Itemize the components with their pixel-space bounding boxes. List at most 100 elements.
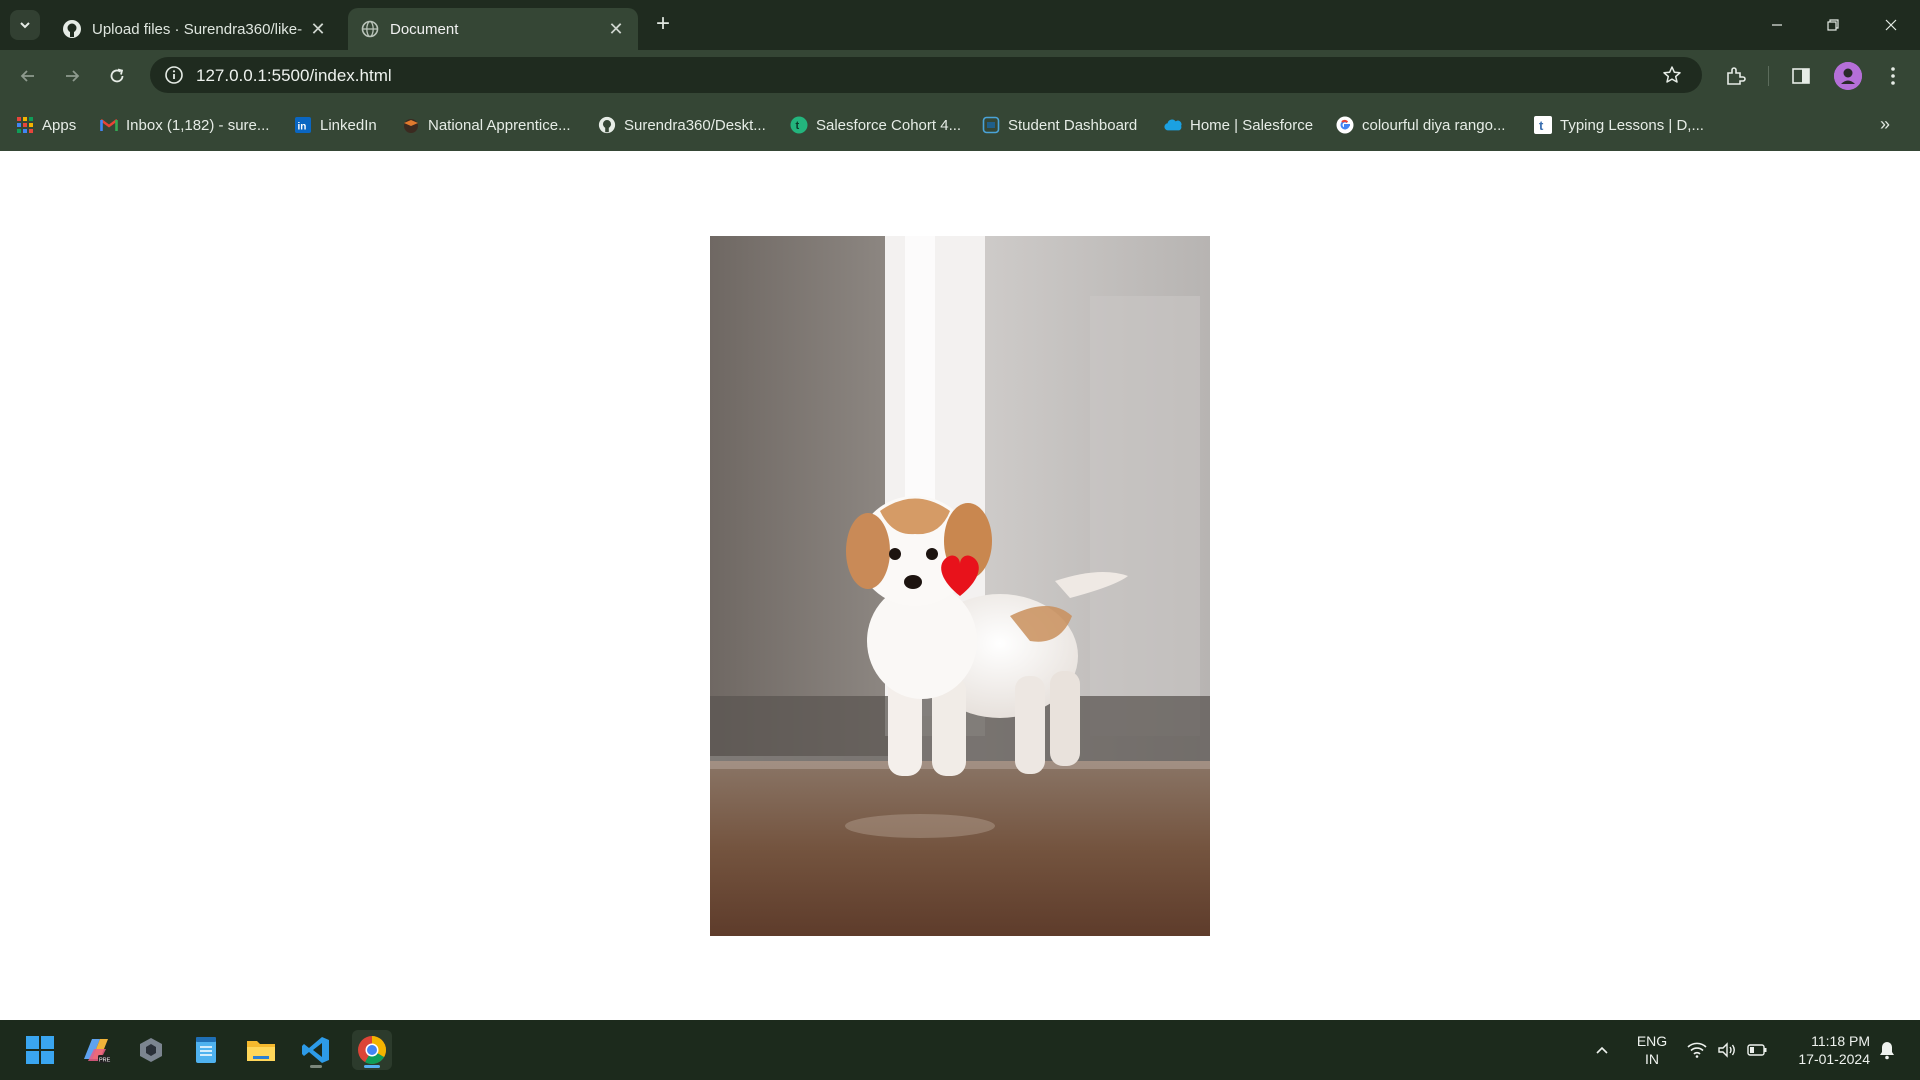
language-region: IN	[1645, 1051, 1659, 1067]
restore-icon	[1827, 19, 1839, 31]
puppy-photo	[710, 236, 1210, 936]
bookmark-salesforce-cohort[interactable]: t Salesforce Cohort 4...	[790, 114, 961, 136]
restore-button[interactable]	[1804, 0, 1862, 50]
bookmark-label: Home | Salesforce	[1190, 116, 1314, 134]
chevron-double-right-icon[interactable]: »	[1880, 114, 1890, 135]
battery-icon[interactable]	[1746, 1039, 1768, 1061]
menu-icon[interactable]	[1880, 63, 1906, 89]
start-button[interactable]	[20, 1030, 60, 1070]
tab-title: Document	[390, 20, 459, 38]
wifi-icon[interactable]	[1686, 1039, 1708, 1061]
windows-start-icon	[26, 1036, 54, 1064]
app-icon	[140, 1038, 162, 1062]
bookmark-apps[interactable]: Apps	[16, 114, 76, 136]
extensions-icon[interactable]	[1722, 63, 1748, 89]
salesforce-cloud-icon	[1164, 116, 1182, 134]
close-icon[interactable]: ✕	[308, 19, 328, 39]
tab-upload-files[interactable]: Upload files · Surendra360/like- ✕	[50, 8, 340, 50]
apps-grid-icon	[16, 116, 34, 134]
bookmark-star-icon[interactable]	[1660, 63, 1684, 87]
linkedin-icon: in	[294, 116, 312, 134]
bookmark-label: National Apprentice...	[428, 116, 571, 134]
tab-search-button[interactable]	[10, 10, 40, 40]
tab-document[interactable]: Document ✕	[348, 8, 638, 50]
bookmark-gmail[interactable]: Inbox (1,182) - sure...	[100, 114, 269, 136]
tab-strip: Upload files · Surendra360/like- ✕ Docum…	[0, 0, 1920, 50]
taskbar-app[interactable]	[131, 1030, 171, 1070]
show-hidden-icons-button[interactable]	[1591, 1039, 1613, 1061]
volume-icon[interactable]	[1716, 1039, 1738, 1061]
bookmark-colourful-diya[interactable]: colourful diya rango...	[1336, 114, 1505, 136]
clock-date: 17-01-2024	[1798, 1051, 1870, 1067]
svg-text:t: t	[796, 120, 800, 132]
gmail-icon	[100, 116, 118, 134]
running-indicator	[310, 1065, 322, 1068]
notepad-icon	[196, 1037, 216, 1063]
chevron-down-icon	[20, 22, 30, 29]
copilot-icon: PRE	[84, 1039, 111, 1064]
globe-icon	[360, 19, 380, 39]
copilot-app[interactable]: PRE	[76, 1030, 116, 1070]
bookmark-github-desktop[interactable]: Surendra360/Deskt...	[598, 114, 766, 136]
bookmark-label: Student Dashboard	[1008, 116, 1138, 134]
site-info-icon[interactable]	[162, 63, 186, 87]
arrow-left-icon	[20, 70, 34, 82]
trailhead-icon: t	[790, 116, 808, 134]
bookmark-typing-lessons[interactable]: t Typing Lessons | D,...	[1534, 114, 1704, 136]
file-explorer-icon	[247, 1041, 275, 1061]
arrow-right-icon	[66, 70, 80, 82]
google-icon	[1336, 116, 1354, 134]
browser-toolbar: 127.0.0.1:5500/index.html	[0, 50, 1920, 100]
vscode-icon	[302, 1037, 329, 1063]
minimize-button[interactable]	[1748, 0, 1806, 50]
bookmark-label: Surendra360/Deskt...	[624, 116, 766, 134]
reload-button[interactable]	[101, 60, 133, 92]
minimize-icon	[1772, 24, 1782, 26]
system-clock[interactable]: 11:18 PM 17-01-2024	[1782, 1032, 1870, 1068]
profile-avatar[interactable]	[1834, 62, 1862, 90]
chevron-up-icon	[1596, 1046, 1608, 1054]
bookmark-label: Inbox (1,182) - sure...	[126, 116, 270, 134]
notepad-app[interactable]	[186, 1030, 226, 1070]
windows-taskbar: PRE ENG IN 11:18 PM 17-01-2024	[0, 1020, 1920, 1080]
page-viewport	[0, 151, 1920, 1020]
close-icon[interactable]: ✕	[606, 19, 626, 39]
svg-text:in: in	[298, 122, 307, 133]
bookmark-label: Apps	[42, 116, 77, 134]
bookmark-student-dashboard[interactable]: Student Dashboard	[982, 114, 1137, 136]
bookmark-label: Typing Lessons | D,...	[1560, 116, 1704, 134]
side-panel-icon[interactable]	[1788, 63, 1814, 89]
svg-text:t: t	[1539, 118, 1544, 133]
bookmarks-bar: Apps Inbox (1,182) - sure... in LinkedIn…	[0, 100, 1920, 151]
chrome-app[interactable]	[352, 1030, 392, 1070]
chrome-icon	[358, 1036, 386, 1064]
bookmark-label: colourful diya rango...	[1362, 116, 1506, 134]
language-code: ENG	[1636, 1033, 1668, 1049]
github-icon	[62, 19, 82, 39]
bookmark-national-apprentice[interactable]: National Apprentice...	[402, 114, 571, 136]
address-bar[interactable]: 127.0.0.1:5500/index.html	[150, 57, 1702, 93]
vscode-app[interactable]	[296, 1030, 336, 1070]
bookmark-label: Salesforce Cohort 4...	[816, 116, 962, 134]
bookmark-home-salesforce[interactable]: Home | Salesforce	[1164, 114, 1313, 136]
toolbar-divider	[1768, 66, 1769, 86]
github-icon	[598, 116, 616, 134]
graduation-cap-icon	[402, 116, 420, 134]
file-explorer-app[interactable]	[241, 1030, 281, 1070]
profile-icon	[1834, 62, 1862, 90]
typing-icon: t	[1534, 116, 1552, 134]
close-icon	[1885, 19, 1897, 31]
reload-icon	[110, 68, 124, 83]
language-indicator[interactable]: ENG IN	[1632, 1032, 1672, 1068]
forward-button[interactable]	[56, 60, 88, 92]
dashboard-icon	[982, 116, 1000, 134]
notification-bell-icon[interactable]	[1876, 1039, 1898, 1061]
clock-time: 11:18 PM	[1811, 1033, 1870, 1049]
close-window-button[interactable]	[1862, 0, 1920, 50]
tab-title: Upload files · Surendra360/like-	[92, 20, 303, 38]
back-button[interactable]	[12, 60, 44, 92]
new-tab-button[interactable]: +	[650, 12, 676, 38]
svg-text:PRE: PRE	[99, 1058, 111, 1064]
url-text[interactable]: 127.0.0.1:5500/index.html	[196, 66, 392, 86]
bookmark-linkedin[interactable]: in LinkedIn	[294, 114, 377, 136]
